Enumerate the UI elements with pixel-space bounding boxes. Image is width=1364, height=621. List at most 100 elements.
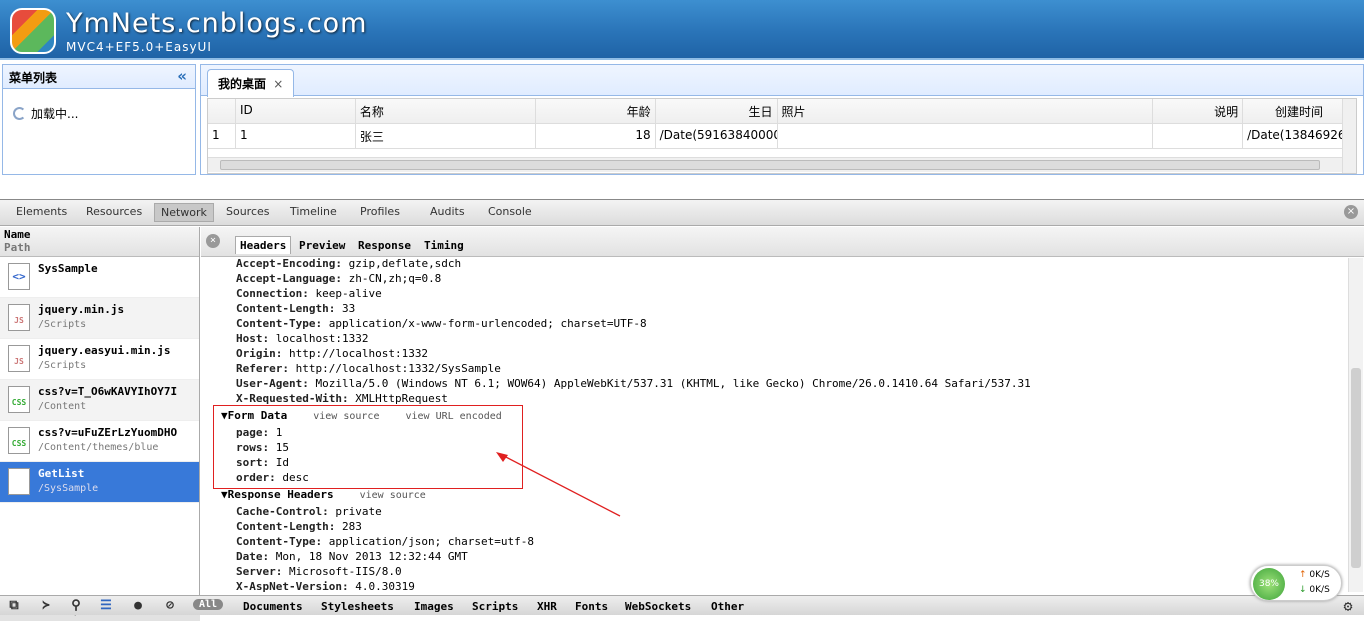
scroll-thumb[interactable]: [1351, 368, 1361, 568]
tab-close-icon[interactable]: ×: [273, 77, 283, 91]
tab-preview[interactable]: Preview: [299, 239, 345, 252]
grid-cell: 18: [536, 124, 656, 148]
response-headers-section[interactable]: ▼Response Headers view source: [221, 487, 426, 503]
header-line: Accept-Language: zh-CN,zh;q=0.8: [236, 272, 442, 285]
grid-cell: 张三: [356, 124, 536, 148]
network-speed-widget[interactable]: 38% ↑ 0K/S ↓ 0K/S: [1250, 565, 1342, 601]
grid-cell: /Date(591638400000: [656, 124, 778, 148]
tab-profiles[interactable]: Profiles: [360, 205, 400, 218]
filter-xhr[interactable]: XHR: [537, 600, 557, 613]
html-file-icon: <>: [8, 263, 30, 290]
tab-timing[interactable]: Timing: [424, 239, 464, 252]
filter-documents[interactable]: Documents: [243, 600, 303, 613]
filter-scripts[interactable]: Scripts: [472, 600, 518, 613]
header-line: Content-Type: application/x-www-form-url…: [236, 317, 647, 330]
filter-stylesheets[interactable]: Stylesheets: [321, 600, 394, 613]
file-icon: [8, 468, 30, 495]
request-name: jquery.easyui.min.js: [38, 344, 171, 357]
request-name: css?v=uFuZErLzYuomDHO: [38, 426, 178, 439]
upload-speed: ↑ 0K/S: [1299, 570, 1330, 580]
list-item[interactable]: JS jquery.easyui.min.js /Scripts: [0, 339, 199, 380]
down-arrow-icon: ↓: [1299, 585, 1307, 595]
grid-header-rownum: [208, 99, 236, 123]
tab-my-desktop[interactable]: 我的桌面 ×: [207, 69, 295, 97]
tab-headers[interactable]: Headers: [235, 236, 292, 254]
dock-icon[interactable]: ⧉: [6, 598, 22, 614]
tab-network[interactable]: Network: [154, 203, 214, 222]
search-icon[interactable]: ⚲: [68, 598, 84, 614]
filter-images[interactable]: Images: [414, 600, 454, 613]
close-icon[interactable]: ×: [206, 234, 220, 248]
site-subtitle: MVC4+EF5.0+EasyUI: [66, 40, 212, 54]
record-icon[interactable]: ●: [130, 598, 146, 614]
tab-timeline[interactable]: Timeline: [290, 205, 337, 218]
list-item[interactable]: <> SysSample: [0, 257, 199, 298]
data-grid: ID 名称 年龄 生日 照片 说明 创建时间 1 1 张三 18 /Date(5…: [207, 98, 1357, 174]
download-speed: ↓ 0K/S: [1299, 585, 1330, 595]
filter-websockets[interactable]: WebSockets: [625, 600, 691, 613]
filter-fonts[interactable]: Fonts: [575, 600, 608, 613]
request-name: jquery.min.js: [38, 303, 125, 316]
request-path: /Scripts: [38, 360, 87, 371]
clear-icon[interactable]: ⊘: [162, 598, 178, 614]
menu-panel: 菜单列表 « 加载中...: [2, 64, 196, 175]
request-path: /Scripts: [38, 319, 87, 330]
header-line: Date: Mon, 18 Nov 2013 12:32:44 GMT: [236, 550, 468, 563]
grid-header-name[interactable]: 名称: [356, 99, 536, 123]
grid-header-id[interactable]: ID: [236, 99, 356, 123]
list-item[interactable]: CSS css?v=uFuZErLzYuomDHO /Content/theme…: [0, 421, 199, 462]
grid-header-note[interactable]: 说明: [1153, 99, 1244, 123]
header-line: X-Requested-With: XMLHttpRequest: [236, 392, 448, 405]
tab-resources[interactable]: Resources: [86, 205, 142, 218]
column-path: Path: [4, 241, 31, 254]
js-file-icon: JS: [8, 345, 30, 372]
loading-text: 加载中...: [31, 107, 79, 121]
list-item[interactable]: CSS css?v=T_O6wKAVYIhOY7I /Content: [0, 380, 199, 421]
tab-console[interactable]: Console: [488, 205, 532, 218]
close-icon[interactable]: ×: [1344, 205, 1358, 219]
grid-cell: 1: [208, 124, 236, 148]
grid-cell: /Date(13846926: [1243, 124, 1356, 148]
table-row[interactable]: 1 1 张三 18 /Date(591638400000 /Date(13846…: [208, 124, 1356, 149]
site-banner: YmNets.cnblogs.com MVC4+EF5.0+EasyUI: [0, 0, 1364, 60]
list-item-selected[interactable]: GetList /SysSample: [0, 462, 199, 503]
grid-header-photo[interactable]: 照片: [778, 99, 1154, 123]
grid-header-age[interactable]: 年龄: [536, 99, 656, 123]
tab-sources[interactable]: Sources: [226, 205, 270, 218]
grid-cell: [1153, 124, 1244, 148]
list-item[interactable]: JS jquery.min.js /Scripts: [0, 298, 199, 339]
filter-all[interactable]: All: [193, 599, 224, 610]
request-path: /Content/themes/blue: [38, 442, 159, 453]
console-icon[interactable]: ≻: [38, 598, 54, 614]
gear-icon[interactable]: ⚙: [1340, 598, 1356, 614]
collapse-icon[interactable]: «: [177, 67, 187, 85]
view-source-link[interactable]: view source: [360, 490, 426, 501]
header-line: Content-Length: 33: [236, 302, 356, 315]
tab-audits[interactable]: Audits: [430, 205, 465, 218]
site-logo-icon: [10, 8, 56, 54]
tab-response[interactable]: Response: [358, 239, 411, 252]
grid-horizontal-scrollbar[interactable]: [208, 157, 1342, 172]
header-line: Host: localhost:1332: [236, 332, 369, 345]
header-line: X-AspNet-Version: 4.0.30319: [236, 580, 415, 592]
annotation-arrow: [496, 452, 621, 517]
header-line: Cache-Control: private: [236, 505, 382, 518]
filter-other[interactable]: Other: [711, 600, 744, 613]
tab-elements[interactable]: Elements: [16, 205, 67, 218]
devtools-panel: Elements Resources Network Sources Timel…: [0, 199, 1364, 621]
request-list-header[interactable]: Name Path: [0, 227, 199, 257]
scroll-thumb[interactable]: [220, 160, 1320, 170]
tabs-bar: 我的桌面 ×: [201, 65, 1363, 97]
header-line: Referer: http://localhost:1332/SysSample: [236, 362, 501, 375]
menu-loading: 加载中...: [13, 105, 78, 122]
grid-header-row: ID 名称 年龄 生日 照片 说明 创建时间: [208, 99, 1356, 124]
grid-header-birthday[interactable]: 生日: [656, 99, 778, 123]
menu-panel-title: 菜单列表: [9, 71, 58, 85]
grid-cell: 1: [236, 124, 356, 148]
grid-vertical-scrollbar[interactable]: [1342, 99, 1356, 173]
list-view-icon[interactable]: ☰: [98, 598, 114, 614]
menu-panel-header: 菜单列表 «: [3, 65, 195, 89]
grid-header-created[interactable]: 创建时间: [1243, 99, 1356, 123]
headers-scrollbar[interactable]: [1348, 258, 1363, 592]
css-file-icon: CSS: [8, 386, 30, 413]
